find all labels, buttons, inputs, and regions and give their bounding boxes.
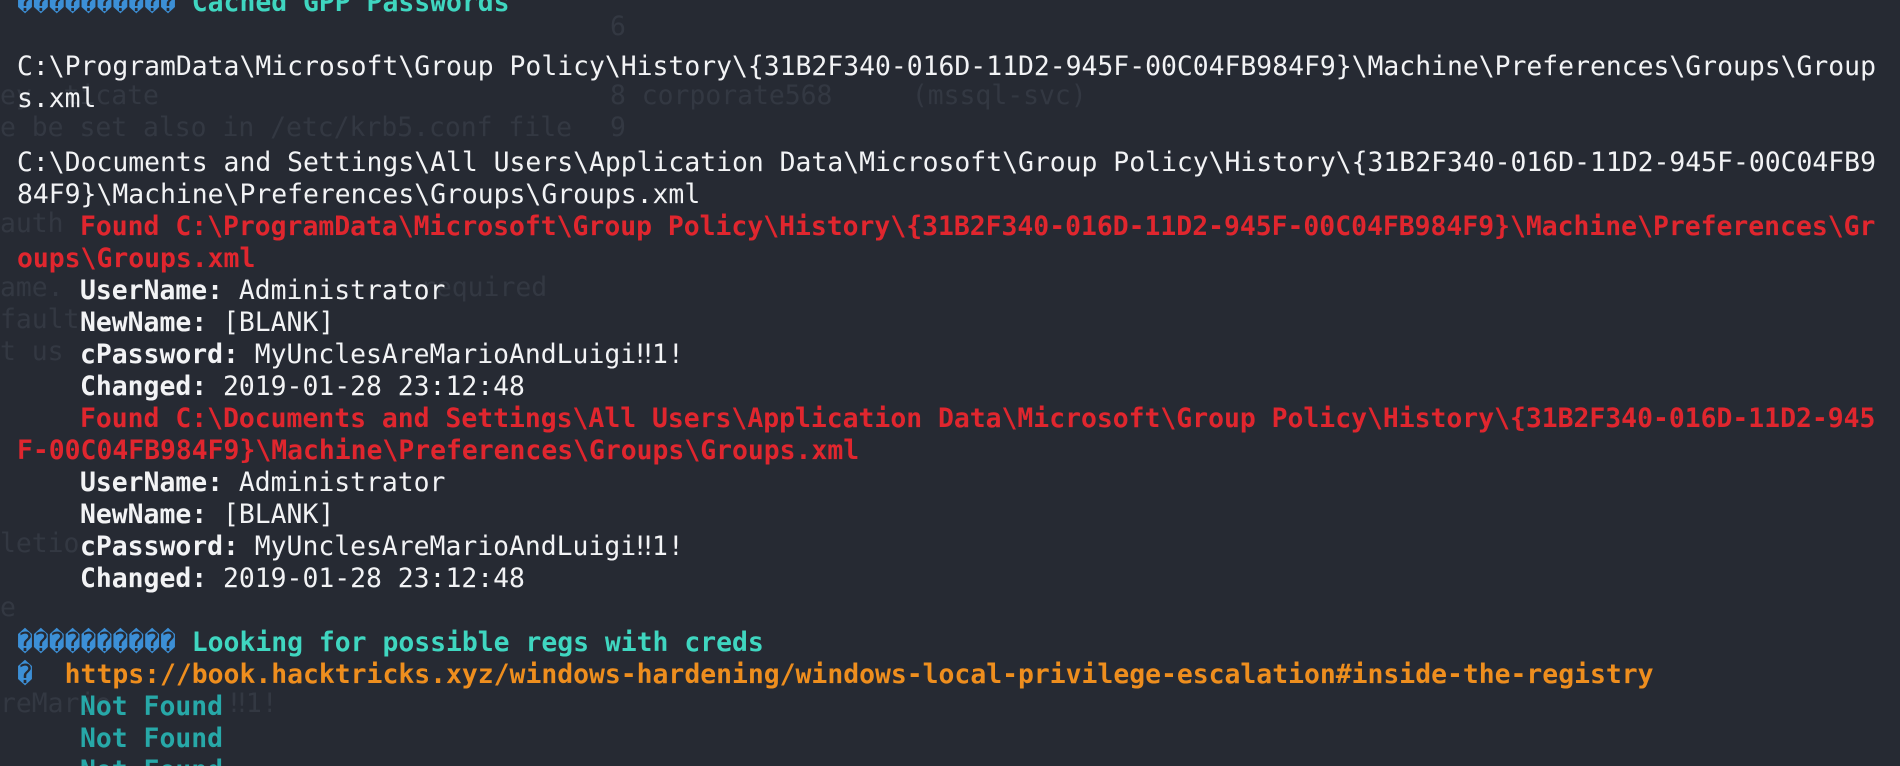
field-value: 2019-01-28 23:12:48 xyxy=(223,563,525,594)
replacement-glyphs: ���������� xyxy=(17,0,176,18)
credential-field: Changed: 2019-01-28 23:12:48 xyxy=(17,563,1879,595)
section-title: Looking for possible regs with creds xyxy=(191,627,764,658)
ghost-text: e xyxy=(0,592,16,623)
field-key: Changed: xyxy=(80,563,208,594)
reference-link-line: � https://book.hacktricks.xyz/windows-ha… xyxy=(17,659,1879,691)
replacement-glyphs: ���������� xyxy=(17,627,176,658)
section-title: Cached GPP Passwords xyxy=(191,0,510,18)
field-value: [BLANK] xyxy=(223,307,335,338)
field-key: UserName: xyxy=(80,467,223,498)
field-key: UserName: xyxy=(80,275,223,306)
field-key: Changed: xyxy=(80,371,208,402)
field-key: cPassword: xyxy=(80,339,239,370)
link-glyph: � xyxy=(17,659,33,690)
not-found-result: Not Found xyxy=(80,691,223,722)
credential-field: NewName: [BLANK] xyxy=(17,307,1879,339)
field-value: MyUnclesAreMarioAndLuigi‼1! xyxy=(254,339,684,370)
terminal-window[interactable]: 6 ey ticate 8 corporate568 (mssql-svc) 9… xyxy=(0,0,1900,766)
found-path: Found C:\Documents and Settings\All User… xyxy=(17,403,1876,466)
field-key: NewName: xyxy=(80,499,208,530)
field-value: [BLANK] xyxy=(223,499,335,530)
hacktricks-link[interactable]: https://book.hacktricks.xyz/windows-hard… xyxy=(65,659,1654,690)
credential-field: Changed: 2019-01-28 23:12:48 xyxy=(17,371,1879,403)
not-found-result: Not Found xyxy=(80,723,223,754)
section-header-regs: ���������� Looking for possible regs wit… xyxy=(17,627,1879,659)
credential-field: NewName: [BLANK] xyxy=(17,499,1879,531)
field-key: NewName: xyxy=(80,307,208,338)
gpp-path: C:\Documents and Settings\All Users\Appl… xyxy=(17,147,1876,210)
credential-field: cPassword: MyUnclesAreMarioAndLuigi‼1! xyxy=(17,339,1879,371)
credential-field: UserName: Administrator xyxy=(17,467,1879,499)
field-key: cPassword: xyxy=(80,531,239,562)
section-header-cached-gpp: ���������� Cached GPP Passwords xyxy=(17,0,1879,19)
found-path: Found C:\ProgramData\Microsoft\Group Pol… xyxy=(17,211,1876,274)
field-value: 2019-01-28 23:12:48 xyxy=(223,371,525,402)
field-value: Administrator xyxy=(238,467,446,498)
credential-field: cPassword: MyUnclesAreMarioAndLuigi‼1! xyxy=(17,531,1879,563)
credential-field: UserName: Administrator xyxy=(17,275,1879,307)
gpp-path: C:\ProgramData\Microsoft\Group Policy\Hi… xyxy=(17,51,1876,114)
field-value: MyUnclesAreMarioAndLuigi‼1! xyxy=(254,531,684,562)
terminal-output: ���������� Cached GPP Passwords C:\Progr… xyxy=(17,0,1879,766)
not-found-result: Not Found xyxy=(17,755,1879,766)
field-value: Administrator xyxy=(238,275,446,306)
